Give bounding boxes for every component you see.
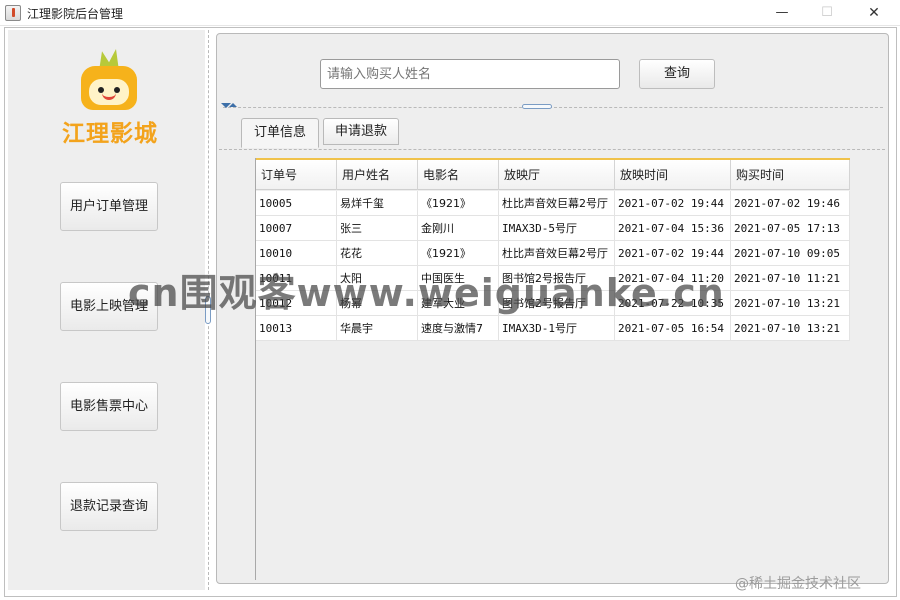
column-header-order-id[interactable]: 订单号 (256, 160, 337, 190)
cell-show-time: 2021-07-05 16:54 (615, 316, 731, 341)
cell-purchase-time: 2021-07-05 17:13 (731, 216, 850, 241)
cell-purchase-time: 2021-07-10 11:21 (731, 266, 850, 291)
cell-purchase-time: 2021-07-10 13:21 (731, 291, 850, 316)
java-app-icon (5, 5, 21, 21)
cell-purchase-time: 2021-07-10 13:21 (731, 316, 850, 341)
tab-order-info[interactable]: 订单信息 (241, 118, 319, 148)
column-header-user-name[interactable]: 用户姓名 (337, 160, 418, 190)
horizontal-split-handle[interactable] (522, 104, 552, 109)
cell-user-name: 易烊千玺 (337, 191, 418, 216)
logo-text: 江理影城 (62, 121, 158, 147)
search-button[interactable]: 查询 (639, 59, 715, 89)
cell-purchase-time: 2021-07-02 19:46 (731, 191, 850, 216)
window-title: 江理影院后台管理 (27, 7, 124, 21)
table-header: 订单号 用户姓名 电影名 放映厅 放映时间 购买时间 (256, 160, 850, 190)
maximize-button[interactable]: ☐ (812, 3, 842, 23)
cell-user-name: 张三 (337, 216, 418, 241)
cell-hall: IMAX3D-5号厅 (499, 216, 615, 241)
cell-order-id: 10007 (256, 216, 337, 241)
ticket-sales-center-button[interactable]: 电影售票中心 (60, 382, 158, 431)
cell-show-time: 2021-07-04 15:36 (615, 216, 731, 241)
tab-apply-refund[interactable]: 申请退款 (323, 118, 399, 145)
orders-table: 订单号 用户姓名 电影名 放映厅 放映时间 购买时间 10005 易烊千玺 《1… (255, 158, 850, 580)
column-header-purchase-time[interactable]: 购买时间 (731, 160, 850, 190)
window-titlebar: 江理影院后台管理 — ☐ ✕ (0, 0, 900, 26)
cinema-logo: 江理影城 (55, 46, 165, 147)
minimize-button[interactable]: — (767, 3, 797, 23)
column-header-movie-name[interactable]: 电影名 (418, 160, 499, 190)
tab-content-divider (219, 149, 885, 150)
cell-show-time: 2021-07-02 19:44 (615, 191, 731, 216)
site-watermark: cn围观客www.weiguanke.cn (128, 271, 725, 315)
corner-watermark: @稀土掘金技术社区 (735, 576, 861, 592)
close-button[interactable]: ✕ (859, 3, 889, 23)
user-order-management-button[interactable]: 用户订单管理 (60, 182, 158, 231)
cell-movie-name: 速度与激情7 (418, 316, 499, 341)
cell-order-id: 10005 (256, 191, 337, 216)
cell-user-name: 华晨宇 (337, 316, 418, 341)
logo-face-icon (89, 79, 129, 105)
cell-movie-name: 《1921》 (418, 191, 499, 216)
horizontal-split-divider (223, 107, 883, 108)
table-row[interactable]: 10005 易烊千玺 《1921》 杜比声音效巨幕2号厅 2021-07-02 … (256, 191, 850, 216)
logo-mouth-icon (102, 93, 116, 100)
table-row[interactable]: 10007 张三 金刚川 IMAX3D-5号厅 2021-07-04 15:36… (256, 216, 850, 241)
column-header-show-time[interactable]: 放映时间 (615, 160, 731, 190)
buyer-name-search-input[interactable] (320, 59, 620, 89)
table-row[interactable]: 10013 华晨宇 速度与激情7 IMAX3D-1号厅 2021-07-05 1… (256, 316, 850, 341)
cell-hall: 杜比声音效巨幕2号厅 (499, 191, 615, 216)
cell-purchase-time: 2021-07-10 09:05 (731, 241, 850, 266)
expand-arrow-icon[interactable] (229, 103, 237, 107)
cell-hall: IMAX3D-1号厅 (499, 316, 615, 341)
refund-records-query-button[interactable]: 退款记录查询 (60, 482, 158, 531)
cell-order-id: 10013 (256, 316, 337, 341)
cell-movie-name: 金刚川 (418, 216, 499, 241)
column-header-hall[interactable]: 放映厅 (499, 160, 615, 190)
